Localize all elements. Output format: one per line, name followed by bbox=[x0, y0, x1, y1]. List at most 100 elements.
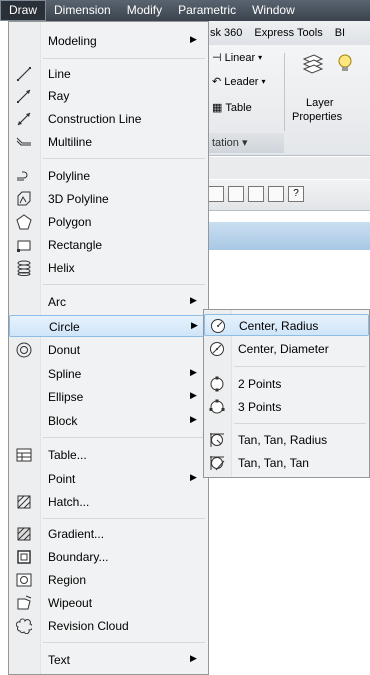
helix-icon bbox=[16, 260, 32, 276]
submenu-item-label: Center, Diameter bbox=[238, 342, 329, 356]
annotation-panel-label[interactable]: tation ▾ bbox=[208, 133, 284, 153]
linear-dimension-button[interactable]: ⊣ Linear ▾ bbox=[212, 51, 262, 65]
menu-item-label: Polygon bbox=[48, 215, 92, 229]
menu-item-multiline[interactable]: Multiline bbox=[9, 131, 208, 153]
menu-item-region[interactable]: Region bbox=[9, 569, 208, 591]
menu-item-label: Polyline bbox=[48, 169, 91, 183]
menu-separator bbox=[43, 642, 205, 643]
donut-icon bbox=[16, 342, 32, 358]
layer-label-2: Properties bbox=[292, 111, 343, 123]
menu-item-polygon[interactable]: Polygon bbox=[9, 211, 208, 233]
ribbon-tab-express-tools[interactable]: Express Tools bbox=[248, 27, 328, 39]
menu-item-ray[interactable]: Ray bbox=[9, 85, 208, 107]
menu-item-ellipse[interactable]: Ellipse ▶ bbox=[9, 386, 208, 408]
menu-item-3d-polyline[interactable]: 3D Polyline bbox=[9, 188, 208, 210]
menu-item-hatch[interactable]: Hatch... bbox=[9, 491, 208, 513]
menu-item-revision-cloud[interactable]: Revision Cloud bbox=[9, 615, 208, 637]
menu-item-spline[interactable]: Spline ▶ bbox=[9, 363, 208, 385]
menu-item-label: Hatch... bbox=[48, 495, 90, 509]
help-icon[interactable]: ? bbox=[288, 186, 304, 202]
menu-item-label: Wipeout bbox=[48, 596, 93, 610]
leader-button[interactable]: ↶ Leader ▾ bbox=[212, 75, 266, 89]
menu-separator bbox=[43, 518, 205, 519]
menu-modify[interactable]: Modify bbox=[119, 0, 170, 21]
menu-dimension[interactable]: Dimension bbox=[46, 0, 119, 21]
submenu-item-label: Tan, Tan, Radius bbox=[238, 433, 328, 447]
toolbar-icons: ? bbox=[208, 186, 304, 202]
menu-item-polyline[interactable]: Polyline bbox=[9, 165, 208, 187]
menu-item-gradient[interactable]: Gradient... bbox=[9, 523, 208, 545]
ribbon-tab-bi[interactable]: BI bbox=[329, 27, 351, 39]
table-button[interactable]: ▦ Table bbox=[212, 101, 252, 115]
menu-item-construction-line[interactable]: Construction Line bbox=[9, 108, 208, 130]
toolbar-icon-2[interactable] bbox=[228, 186, 244, 202]
menu-item-label: Point bbox=[48, 472, 76, 486]
circle-tan-tan-radius-icon bbox=[209, 432, 225, 448]
table-icon bbox=[16, 447, 32, 463]
submenu-item-2-points[interactable]: 2 Points bbox=[204, 373, 369, 395]
toolbar-icon-1[interactable] bbox=[208, 186, 224, 202]
submenu-item-tan-tan-tan[interactable]: Tan, Tan, Tan bbox=[204, 452, 369, 474]
menu-window[interactable]: Window bbox=[244, 0, 303, 21]
menu-item-modeling[interactable]: Modeling ▶ bbox=[9, 30, 208, 52]
linear-label: Linear bbox=[224, 51, 256, 64]
menu-item-text[interactable]: Text ▶ bbox=[9, 649, 208, 671]
3d-polyline-icon bbox=[16, 191, 32, 207]
submenu-item-center-radius[interactable]: Center, Radius bbox=[204, 314, 369, 336]
draw-menu: Modeling ▶ Line Ray Construction Line Mu… bbox=[8, 21, 209, 675]
menu-item-donut[interactable]: Donut bbox=[9, 339, 208, 361]
submenu-item-center-diameter[interactable]: Center, Diameter bbox=[204, 338, 369, 360]
toolbar-icon-3[interactable] bbox=[248, 186, 264, 202]
ribbon-panel: ⊣ Linear ▾ ↶ Leader ▾ ▦ Table Layer Propertie… bbox=[208, 45, 370, 156]
submenu-item-label: Tan, Tan, Tan bbox=[238, 456, 309, 470]
menu-separator bbox=[43, 437, 205, 438]
background-toolbar: ? bbox=[208, 180, 370, 211]
menu-parametric[interactable]: Parametric bbox=[170, 0, 244, 21]
ray-icon bbox=[16, 88, 32, 104]
background-titlebar bbox=[208, 222, 370, 250]
layer-properties-icon[interactable] bbox=[300, 53, 326, 77]
menu-draw[interactable]: Draw bbox=[0, 0, 47, 21]
table-small-icon: ▦ bbox=[212, 102, 223, 114]
menu-separator bbox=[43, 158, 205, 159]
region-icon bbox=[16, 572, 32, 588]
toolbar-icon-4[interactable] bbox=[268, 186, 284, 202]
leader-icon: ↶ bbox=[212, 76, 222, 88]
submenu-item-tan-tan-radius[interactable]: Tan, Tan, Radius bbox=[204, 429, 369, 451]
menu-item-wipeout[interactable]: Wipeout bbox=[9, 592, 208, 614]
lightbulb-icon[interactable] bbox=[336, 53, 354, 73]
submenu-arrow-icon: ▶ bbox=[190, 390, 197, 400]
menu-item-block[interactable]: Block ▶ bbox=[9, 410, 208, 432]
menu-item-line[interactable]: Line bbox=[9, 63, 208, 85]
menubar: Draw Dimension Modify Parametric Window bbox=[0, 0, 370, 21]
menu-item-point[interactable]: Point ▶ bbox=[9, 468, 208, 490]
menu-item-label: Line bbox=[48, 67, 71, 81]
menu-item-label: Gradient... bbox=[48, 527, 105, 541]
construction-line-icon bbox=[16, 111, 32, 127]
circle-tan-tan-tan-icon bbox=[209, 455, 225, 471]
dropdown-icon: ▾ bbox=[261, 77, 266, 86]
menu-item-table[interactable]: Table... bbox=[9, 444, 208, 466]
menu-item-label: Circle bbox=[49, 320, 80, 334]
line-icon bbox=[16, 66, 32, 82]
ribbon-tabs: sk 360 Express Tools BI bbox=[208, 21, 370, 45]
dropdown-icon: ▾ bbox=[241, 137, 248, 149]
submenu-item-label: 2 Points bbox=[238, 377, 282, 391]
menu-separator bbox=[43, 284, 205, 285]
ribbon-tab-autodesk[interactable]: sk 360 bbox=[208, 27, 248, 39]
circle-center-diameter-icon bbox=[209, 341, 225, 357]
hatch-icon bbox=[16, 494, 32, 510]
menu-item-label: Spline bbox=[48, 367, 82, 381]
menu-item-label: Helix bbox=[48, 261, 75, 275]
submenu-separator bbox=[234, 423, 366, 424]
menu-item-rectangle[interactable]: Rectangle bbox=[9, 234, 208, 256]
submenu-item-3-points[interactable]: 3 Points bbox=[204, 396, 369, 418]
menu-item-circle[interactable]: Circle ▶ bbox=[9, 315, 208, 337]
menu-item-helix[interactable]: Helix bbox=[9, 257, 208, 279]
menu-item-arc[interactable]: Arc ▶ bbox=[9, 291, 208, 313]
menu-item-boundary[interactable]: Boundary... bbox=[9, 546, 208, 568]
multiline-icon bbox=[16, 134, 32, 150]
wipeout-icon bbox=[16, 595, 32, 611]
menu-item-label: Block bbox=[48, 414, 78, 428]
menu-item-label: Arc bbox=[48, 295, 66, 309]
